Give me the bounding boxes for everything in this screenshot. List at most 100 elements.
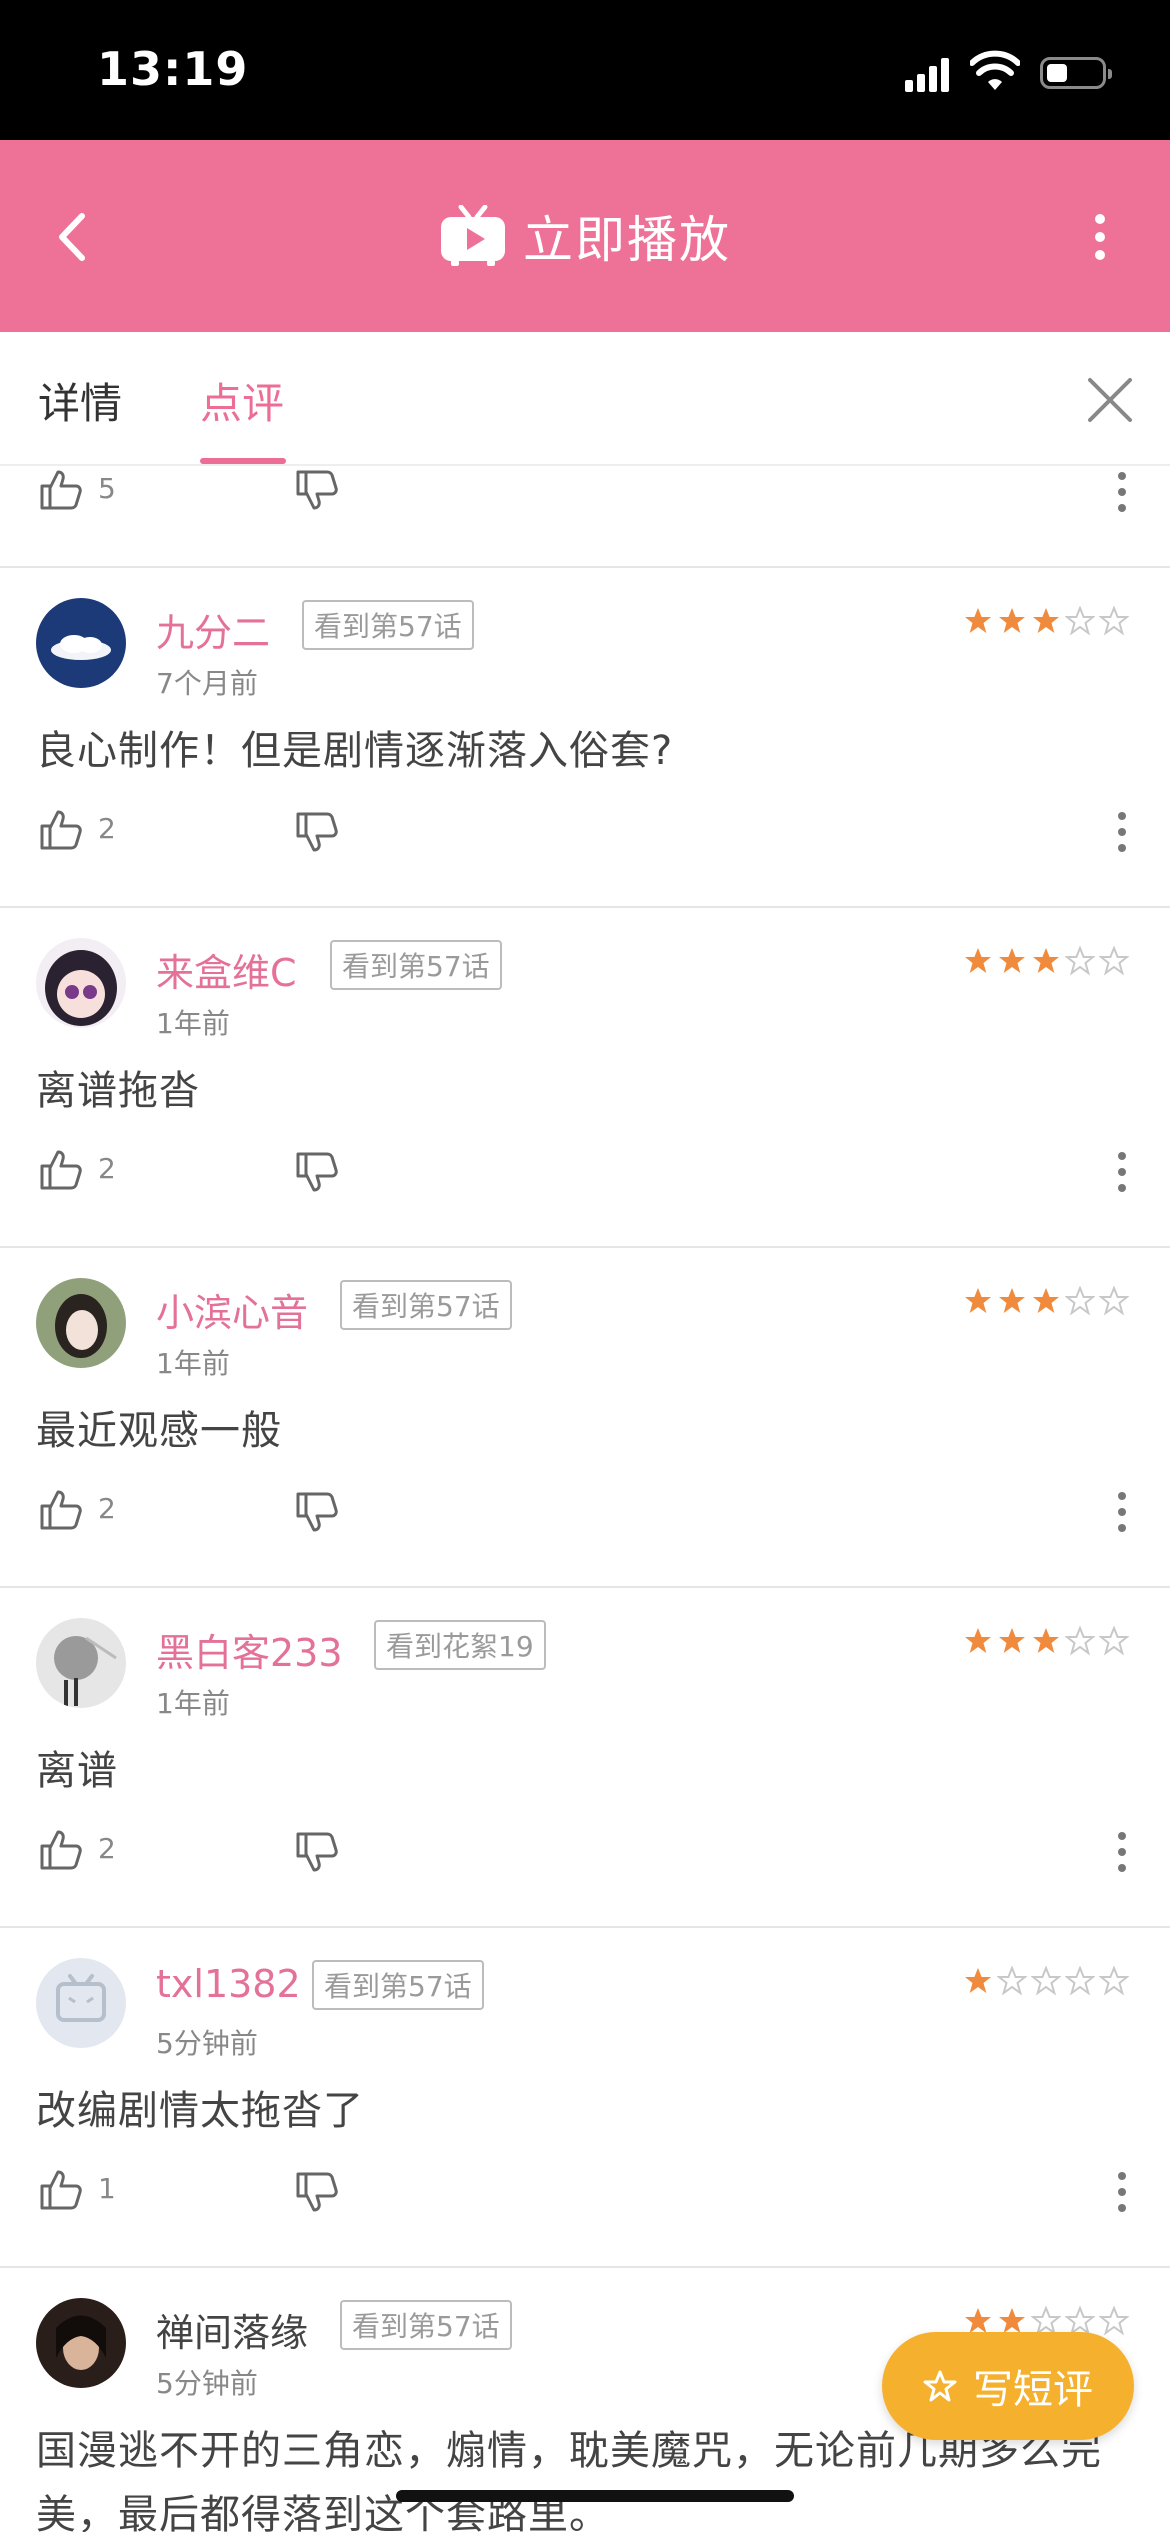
thumbs-down-icon[interactable] [292, 466, 340, 514]
review-more-icon[interactable] [1116, 1152, 1128, 1196]
progress-badge: 看到花絮19 [374, 1620, 546, 1670]
username[interactable]: 九分二 [156, 602, 270, 657]
star-filled-icon [1033, 948, 1059, 973]
star-empty-icon [1099, 1626, 1129, 1656]
thumbs-up-icon[interactable] [36, 806, 84, 854]
avatar[interactable] [36, 1618, 126, 1708]
like-count: 5 [98, 472, 116, 505]
write-review-button[interactable]: 写短评 [882, 2332, 1134, 2440]
progress-badge: 看到第57话 [340, 2300, 512, 2350]
star-empty-icon [1099, 2306, 1129, 2336]
thumbs-down-icon[interactable] [292, 808, 340, 856]
review-text: 最近观感一般 [36, 1408, 282, 1454]
thumbs-up-icon[interactable] [36, 1486, 84, 1534]
active-tab-indicator [200, 458, 286, 464]
star-rating [963, 1966, 1129, 2000]
star-filled-icon [1033, 608, 1059, 633]
thumbs-down-icon[interactable] [292, 1488, 340, 1536]
star-empty-icon [1065, 606, 1095, 636]
star-empty-icon [1099, 1966, 1129, 1996]
username[interactable]: 黑白客233 [156, 1622, 343, 1677]
star-empty-icon [1031, 1966, 1061, 1996]
review-time: 1年前 [156, 1687, 230, 1720]
app-bar: 立即播放 [0, 140, 1170, 332]
review-time: 5分钟前 [156, 2367, 258, 2400]
title-group[interactable]: 立即播放 [0, 140, 1170, 332]
star-filled-icon [1033, 1288, 1059, 1313]
star-filled-icon [1033, 1628, 1059, 1653]
progress-badge: 看到第57话 [340, 1280, 512, 1330]
review-item: 黑白客233 看到花絮19 1年前 离谱 2 [0, 1588, 1170, 1928]
close-icon[interactable] [1080, 370, 1140, 430]
review-list: 5 九分二 看到第57话 7个月前 良心制作！但是剧情逐渐落入俗套? 2 来盒维… [0, 466, 1170, 2532]
username[interactable]: txl1382 [156, 1962, 301, 2006]
thumbs-up-icon[interactable] [36, 1826, 84, 1874]
avatar[interactable] [36, 1958, 126, 2048]
thumbs-down-icon[interactable] [292, 1828, 340, 1876]
star-empty-icon [1065, 1286, 1095, 1316]
username[interactable]: 禅间落缘 [156, 2302, 308, 2357]
thumbs-up-icon[interactable] [36, 466, 84, 514]
review-item: 来盒维C 看到第57话 1年前 离谱拖沓 2 [0, 908, 1170, 1248]
star-filled-icon [999, 1628, 1025, 1653]
star-empty-icon [1099, 606, 1129, 636]
wifi-icon [970, 50, 1020, 90]
cellular-signal-icon [905, 56, 949, 92]
star-empty-icon [1099, 946, 1129, 976]
avatar[interactable] [36, 1278, 126, 1368]
star-outline-icon [923, 2370, 957, 2402]
review-text: 离谱 [36, 1748, 118, 1794]
star-filled-icon [965, 948, 991, 973]
thumbs-up-icon[interactable] [36, 2166, 84, 2214]
home-indicator [396, 2490, 794, 2502]
progress-badge: 看到第57话 [302, 600, 474, 650]
star-rating [963, 946, 1129, 980]
review-more-icon[interactable] [1116, 1492, 1128, 1536]
username[interactable]: 来盒维C [156, 942, 297, 997]
battery-icon [1040, 57, 1112, 89]
review-item: txl1382 看到第57话 5分钟前 改编剧情太拖沓了 1 [0, 1928, 1170, 2268]
tab-reviews[interactable]: 点评 [200, 370, 284, 431]
star-filled-icon [965, 1628, 991, 1653]
star-empty-icon [1065, 1626, 1095, 1656]
like-count: 2 [98, 1832, 116, 1865]
like-count: 1 [98, 2172, 116, 2205]
star-filled-icon [965, 1968, 991, 1993]
review-more-icon[interactable] [1116, 812, 1128, 856]
star-filled-icon [999, 1288, 1025, 1313]
username[interactable]: 小滨心音 [156, 1282, 308, 1337]
review-time: 7个月前 [156, 667, 258, 700]
write-review-label: 写短评 [973, 2367, 1093, 2413]
star-rating [963, 1286, 1129, 1320]
thumbs-up-icon[interactable] [36, 1146, 84, 1194]
avatar[interactable] [36, 2298, 126, 2388]
more-options-icon[interactable] [1080, 202, 1120, 272]
review-time: 1年前 [156, 1007, 230, 1040]
star-empty-icon [1099, 1286, 1129, 1316]
review-time: 5分钟前 [156, 2027, 258, 2060]
review-more-icon[interactable] [1116, 2172, 1128, 2216]
star-empty-icon [1065, 946, 1095, 976]
tv-icon [441, 205, 505, 266]
progress-badge: 看到第57话 [330, 940, 502, 990]
avatar[interactable] [36, 598, 126, 688]
star-empty-icon [1065, 1966, 1095, 1996]
review-text: 离谱拖沓 [36, 1068, 200, 1114]
review-more-icon[interactable] [1116, 472, 1128, 516]
avatar[interactable] [36, 938, 126, 1028]
star-empty-icon [997, 1966, 1027, 1996]
review-text: 良心制作！但是剧情逐渐落入俗套? [36, 728, 674, 774]
progress-badge: 看到第57话 [312, 1960, 484, 2010]
like-count: 2 [98, 1152, 116, 1185]
thumbs-down-icon[interactable] [292, 1148, 340, 1196]
page-title: 立即播放 [523, 211, 731, 269]
star-filled-icon [999, 608, 1025, 633]
review-more-icon[interactable] [1116, 1832, 1128, 1876]
star-filled-icon [999, 948, 1025, 973]
star-filled-icon [965, 1288, 991, 1313]
review-time: 1年前 [156, 1347, 230, 1380]
thumbs-down-icon[interactable] [292, 2168, 340, 2216]
star-rating [963, 606, 1129, 640]
star-filled-icon [965, 608, 991, 633]
tab-details[interactable]: 详情 [38, 370, 122, 431]
